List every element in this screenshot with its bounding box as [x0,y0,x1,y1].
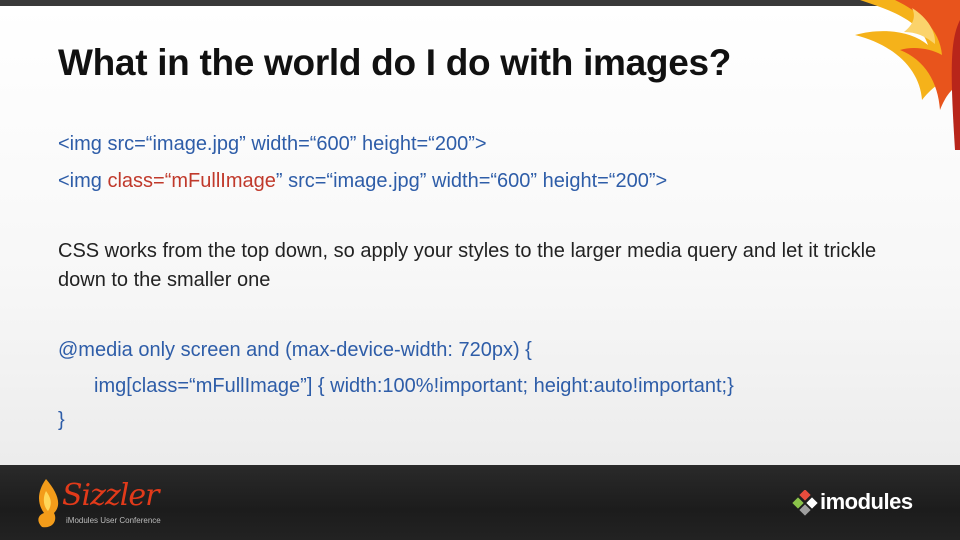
flame-decoration-icon [855,0,960,150]
media-query-rule: img[class=“mFullImage”] { width:100%!imp… [94,375,734,397]
sizzler-logo: Sizzler [62,478,159,513]
code-class-attr: class=“mFullImage [107,170,276,192]
code-prefix: <img [58,170,108,192]
code-line-img: <img src=“image.jpg” width=“600” height=… [58,133,487,155]
imodules-logo: imodules [820,489,913,514]
imodules-cube-icon [792,490,818,516]
media-query-open: @media only screen and (max-device-width… [58,339,532,361]
css-explanation: CSS works from the top down, so apply yo… [58,240,877,291]
media-query-close: } [58,409,65,431]
slide-title: What in the world do I do with images? [58,42,732,83]
sizzler-subtitle: iModules User Conference [66,516,161,525]
code-line-img-class: <img class=“mFullImage” src=“image.jpg” … [58,170,667,193]
code-suffix: ” src=“image.jpg” width=“600” height=“20… [275,170,668,192]
